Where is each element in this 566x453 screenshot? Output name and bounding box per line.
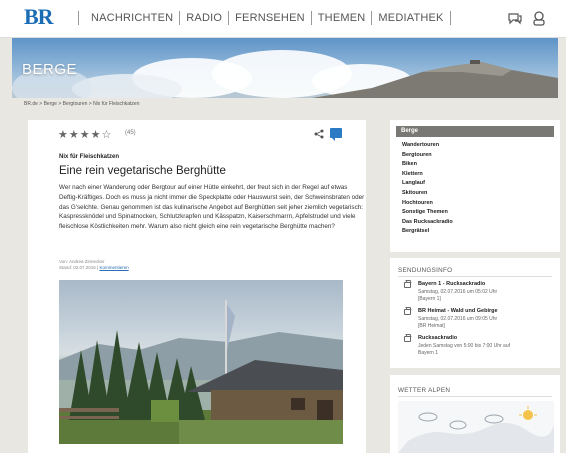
article-meta: Von: Andrea Zinnecker Stand: 02.07.2016 … [59,259,129,270]
sidebar-berge-menu: Berge Wandertouren Bergtouren Biken Klet… [390,120,560,252]
comment-icon[interactable] [330,128,342,141]
mountain-silhouette [312,60,558,98]
user-icon[interactable] [531,10,547,26]
sidebar-header: Berge [396,126,554,137]
broadcast-time: Samstag, 02.07.2016 um 05:02 Uhr [418,289,498,295]
sidebar-item-biken[interactable]: Biken [402,160,453,170]
weather-title: WETTER ALPEN [398,387,451,394]
comment-link[interactable]: Kommentieren [99,265,128,270]
sidebar-item-sonstige-themen[interactable]: Sonstige Themen [402,208,453,218]
broadcast-station: [BR Heimat] [418,323,445,329]
article-body: Wer nach einer Wanderung oder Bergtour a… [59,184,365,231]
sendungsinfo-box: SENDUNGSINFO Bayern 1 - Rucksackradio Sa… [390,258,560,368]
broadcast-time: Jeden Samstag von 5:00 bis 7:00 Uhr auf [418,343,511,349]
broadcast-title[interactable]: Bayern 1 - Rucksackradio [418,281,485,287]
chat-icon[interactable] [507,10,523,26]
weather-icon [398,406,554,453]
sidebar-item-bergraetsel[interactable]: Bergrätsel [402,227,453,237]
hero-banner: BERGE [12,38,558,98]
weather-map[interactable] [398,401,554,453]
nav-item-radio[interactable]: RADIO [179,11,228,25]
sidebar-item-wandertouren[interactable]: Wandertouren [402,141,453,151]
sidebar-item-klettern[interactable]: Klettern [402,170,453,180]
nav-item-mediathek[interactable]: MEDIATHEK [371,11,451,25]
nav-item-nachrichten[interactable]: NACHRICHTEN [78,11,179,25]
top-navigation-bar: BR NACHRICHTEN RADIO FERNSEHEN THEMEN ME… [0,0,566,38]
br-logo[interactable]: BR [24,5,54,29]
share-icon[interactable] [314,129,324,139]
divider [398,396,552,397]
sendungsinfo-title: SENDUNGSINFO [398,267,453,274]
sidebar-item-rucksackradio[interactable]: Das Rucksackradio [402,218,453,228]
breadcrumb[interactable]: BR.de > Berge > Bergtouren > Nix für Fle… [24,101,139,107]
sidebar-item-langlauf[interactable]: Langlauf [402,179,453,189]
article-headline: Eine rein vegetarische Berghütte [59,165,226,177]
section-title: BERGE [22,61,78,78]
divider [398,276,552,277]
article-image[interactable] [59,280,343,444]
star-rating[interactable]: ★★★★☆ [58,128,112,141]
nav-item-themen[interactable]: THEMEN [310,11,372,25]
weather-box: WETTER ALPEN [390,375,560,453]
radio-icon [404,282,411,288]
broadcast-station: [Bayern 1] [418,296,441,302]
rating-count: (45) [125,130,136,136]
sidebar-item-bergtouren[interactable]: Bergtouren [402,151,453,161]
broadcast-time: Samstag, 02.07.2016 um 09:05 Uhr [418,316,498,322]
radio-icon [404,309,411,315]
alpine-hut-photo [59,300,343,444]
sidebar-item-hochtouren[interactable]: Hochtouren [402,199,453,209]
article-card: ★★★★☆ (45) Nix für Fleischkatzen Eine re… [28,120,366,453]
sidebar-item-skitouren[interactable]: Skitouren [402,189,453,199]
sidebar-list: Wandertouren Bergtouren Biken Klettern L… [402,141,453,237]
broadcast-station: Bayern 1 [418,350,439,356]
radio-icon [404,336,411,342]
broadcast-title[interactable]: BR Heimat - Wald und Gebirge [418,308,498,314]
broadcast-title[interactable]: Rucksackradio [418,335,457,341]
article-kicker: Nix für Fleischkatzen [59,154,120,160]
nav-item-fernsehen[interactable]: FERNSEHEN [228,11,311,25]
main-nav: NACHRICHTEN RADIO FERNSEHEN THEMEN MEDIA… [78,11,451,25]
article-date: Stand: 02.07.2016 [59,265,96,270]
